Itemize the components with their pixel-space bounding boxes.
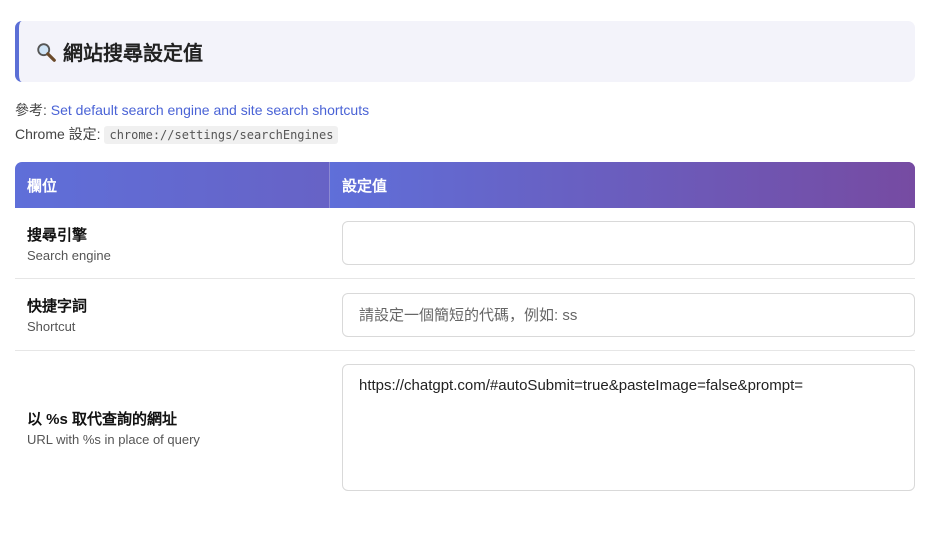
table-row-url: 以 %s 取代查詢的網址 URL with %s in place of que… — [15, 351, 915, 504]
reference-prefix: 參考: — [15, 102, 51, 118]
table-header: 欄位 設定值 — [15, 162, 915, 208]
chrome-setting-prefix: Chrome 設定: — [15, 126, 105, 142]
reference-link[interactable]: Set default search engine and site searc… — [51, 102, 369, 118]
field-cell: 以 %s 取代查詢的網址 URL with %s in place of que… — [15, 351, 330, 504]
field-cell: 快捷字詞 Shortcut — [15, 279, 330, 350]
value-cell — [330, 208, 915, 278]
table-row-shortcut: 快捷字詞 Shortcut 請設定一個簡短的代碼，例如: ss — [15, 279, 915, 351]
section-title-text: 網站搜尋設定值 — [63, 43, 203, 65]
field-label-en: URL with %s in place of query — [27, 432, 200, 447]
magnifier-icon — [37, 42, 56, 62]
header-value: 設定值 — [330, 162, 915, 208]
section-title: 網站搜尋設定值 — [35, 37, 203, 66]
chrome-setting-path: chrome://settings/searchEngines — [104, 126, 339, 144]
url-textarea[interactable]: https://chatgpt.com/#autoSubmit=true&pas… — [342, 364, 915, 491]
shortcut-input[interactable]: 請設定一個簡短的代碼，例如: ss — [342, 292, 915, 337]
field-cell: 搜尋引擎 Search engine — [15, 208, 330, 278]
section-header: 網站搜尋設定值 — [15, 21, 915, 82]
search-engine-input[interactable] — [342, 221, 915, 265]
settings-table: 欄位 設定值 搜尋引擎 Search engine 快捷字詞 Shortcut … — [15, 162, 915, 504]
field-label-zh: 快捷字詞 — [27, 298, 88, 315]
header-field: 欄位 — [15, 162, 330, 208]
value-cell: https://chatgpt.com/#autoSubmit=true&pas… — [330, 351, 915, 504]
field-label-zh: 搜尋引擎 — [27, 226, 88, 244]
field-label-en: Shortcut — [27, 319, 76, 334]
value-cell: 請設定一個簡短的代碼，例如: ss — [330, 279, 915, 350]
reference-line: 參考: Set default search engine and site s… — [15, 100, 369, 120]
table-row-search-engine: 搜尋引擎 Search engine — [15, 208, 915, 279]
chrome-setting-line: Chrome 設定: chrome://settings/searchEngin… — [15, 124, 339, 144]
field-label-zh: 以 %s 取代查詢的網址 — [27, 411, 178, 428]
field-label-en: Search engine — [27, 247, 111, 263]
